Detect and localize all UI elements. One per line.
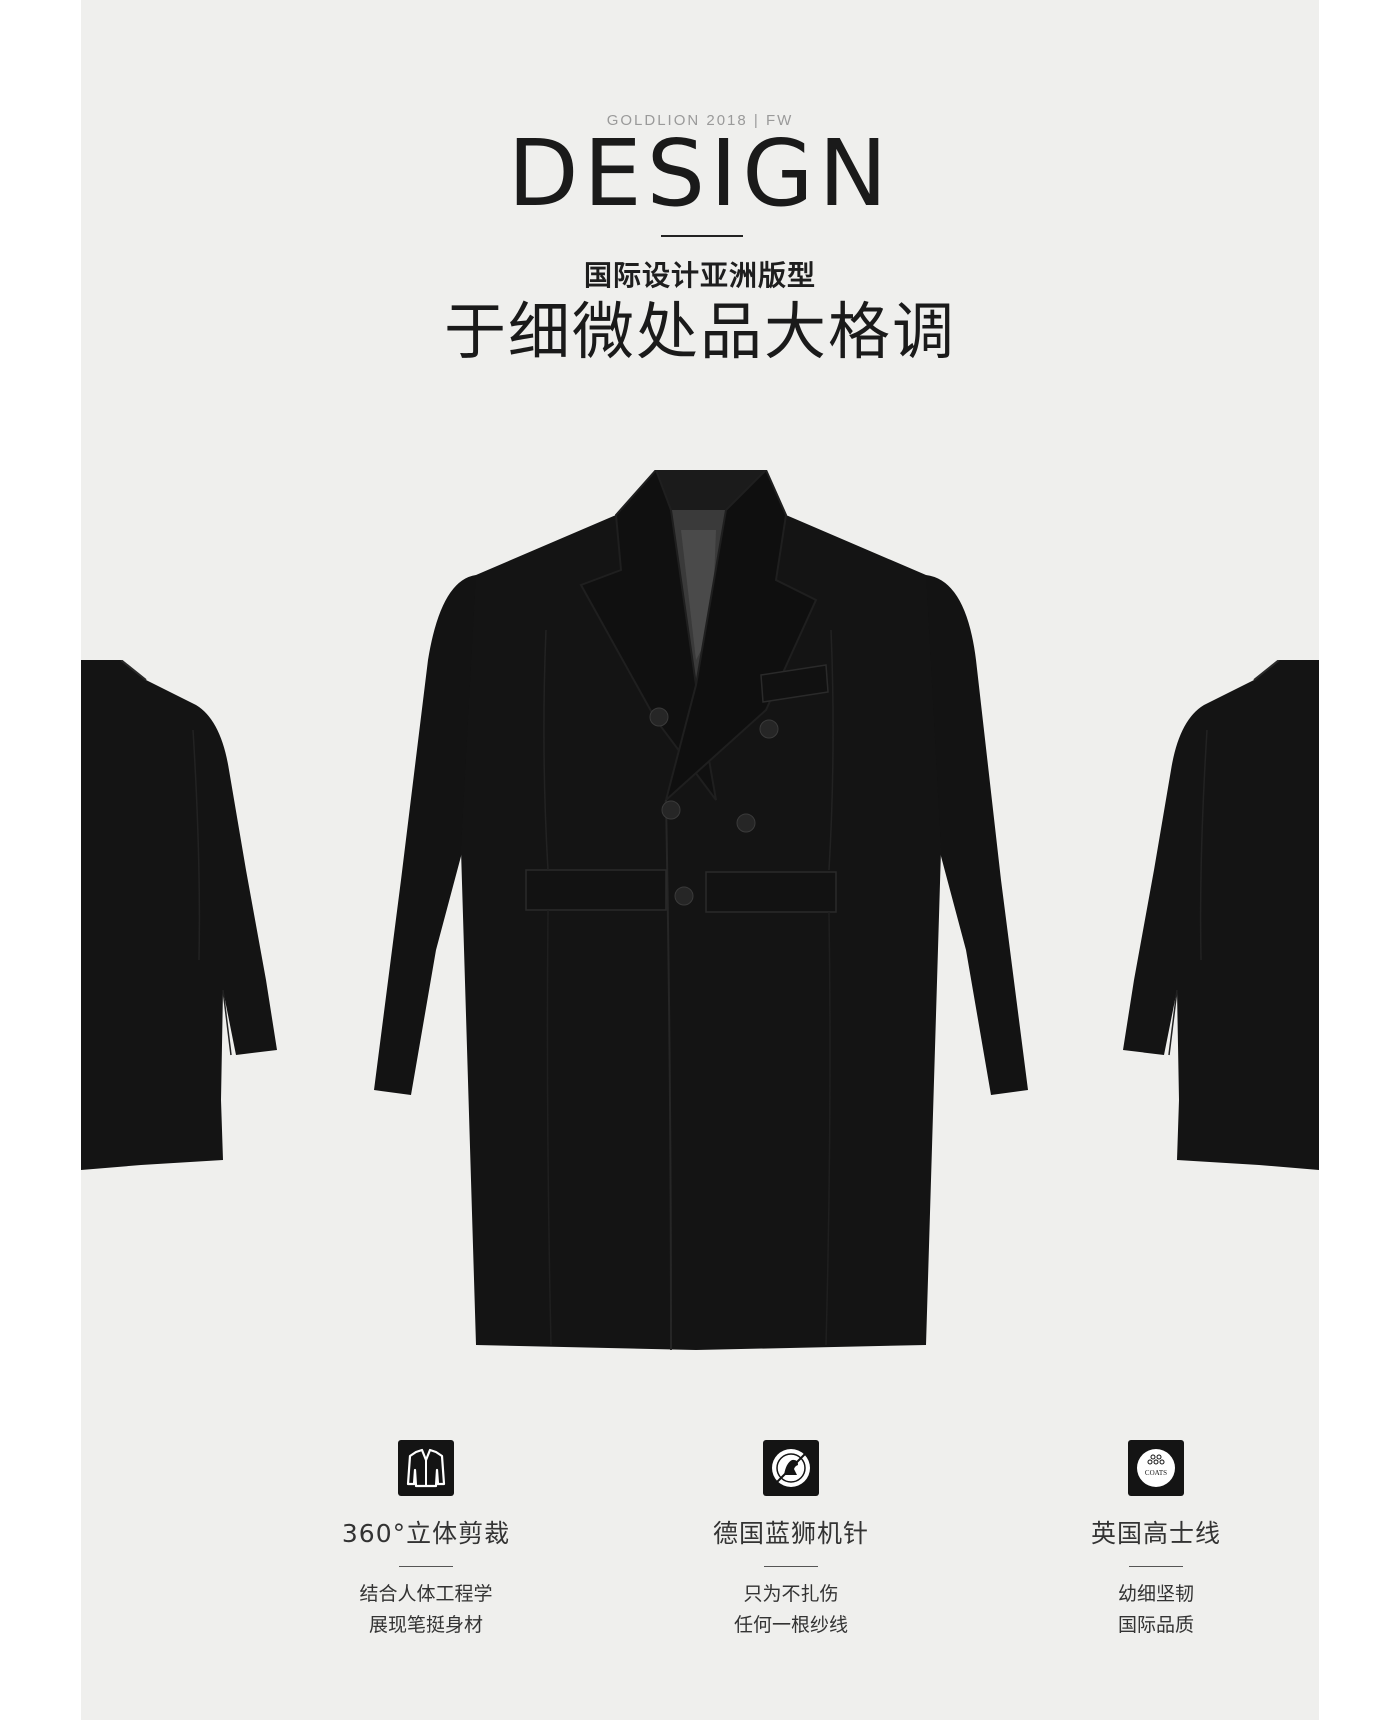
coats-logo-icon: COATS xyxy=(1128,1440,1184,1496)
product-panel: GOLDLION 2018 | FW DESIGN 国际设计亚洲版型 于细微处品… xyxy=(81,0,1319,1720)
coat-front-image xyxy=(374,470,1028,1350)
feature-title: 德国蓝狮机针 xyxy=(712,1519,869,1548)
feature-desc-line: 任何一根纱线 xyxy=(733,1614,848,1636)
page-title: DESIGN xyxy=(507,120,893,227)
coat-back-right-image xyxy=(1123,660,1319,1170)
feature-title: 英国高士线 xyxy=(1090,1519,1221,1548)
lion-emblem-icon xyxy=(763,1440,819,1496)
feature-list: 360°立体剪裁 结合人体工程学 展现笔挺身材 德国蓝狮机针 只为不扎伤 任何一… xyxy=(81,1440,1319,1680)
feature-divider xyxy=(1129,1566,1183,1567)
headline: 于细微处品大格调 xyxy=(443,295,956,368)
subtitle: 国际设计亚洲版型 xyxy=(583,259,816,292)
svg-text:COATS: COATS xyxy=(1145,1469,1167,1477)
feature-desc-line: 结合人体工程学 xyxy=(359,1583,493,1605)
title-divider xyxy=(661,235,743,237)
feature-desc-line: 展现笔挺身材 xyxy=(368,1614,483,1636)
feature-title: 360°立体剪裁 xyxy=(341,1519,511,1548)
feature-desc-line: 幼细坚韧 xyxy=(1117,1583,1194,1605)
suit-jacket-icon xyxy=(398,1440,454,1496)
feature-desc-line: 只为不扎伤 xyxy=(743,1583,839,1605)
feature-thread: COATS 英国高士线 幼细坚韧 国际品质 xyxy=(1006,1440,1306,1641)
feature-divider xyxy=(399,1566,453,1567)
feature-tailoring: 360°立体剪裁 结合人体工程学 展现笔挺身材 xyxy=(276,1440,576,1641)
feature-needle: 德国蓝狮机针 只为不扎伤 任何一根纱线 xyxy=(641,1440,941,1641)
feature-desc-line: 国际品质 xyxy=(1117,1614,1194,1636)
coat-back-left-image xyxy=(81,660,277,1170)
feature-divider xyxy=(764,1566,818,1567)
